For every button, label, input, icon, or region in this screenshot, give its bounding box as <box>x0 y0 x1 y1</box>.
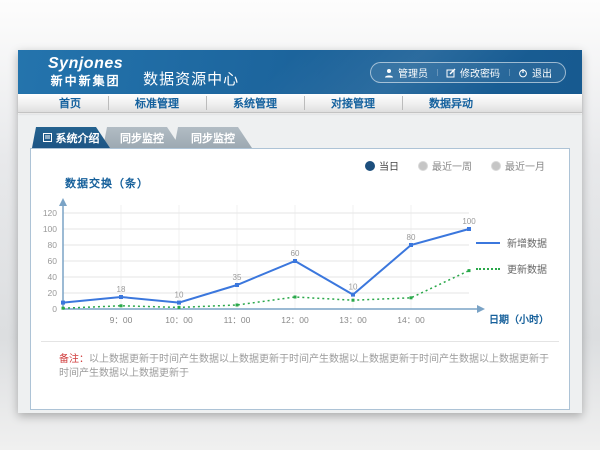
y-tick-label: 100 <box>43 224 57 234</box>
data-point-label: 10 <box>349 283 358 292</box>
data-point <box>236 304 239 307</box>
footnote-text: 以上数据更新于时间产生数据以上数据更新于时间产生数据以上数据更新于时间产生数据以… <box>59 354 549 379</box>
y-tick-label: 120 <box>43 208 57 218</box>
footnote: 备注：以上数据更新于时间产生数据以上数据更新于时间产生数据以上数据更新于时间产生… <box>59 353 555 381</box>
legend-label: 新增数据 <box>507 235 547 250</box>
tab-system-intro[interactable]: 系统介绍 <box>32 127 110 148</box>
radio-label: 当日 <box>379 158 399 173</box>
data-point <box>468 269 471 272</box>
legend-item-updated-data: 更新数据 <box>476 261 547 276</box>
tab-sync-monitor-2[interactable]: 同步监控 <box>174 127 252 148</box>
user-actions-group: 管理员 修改密码 退出 <box>370 62 566 83</box>
panel-divider <box>41 341 559 342</box>
current-user-button[interactable]: 管理员 <box>375 65 437 80</box>
x-tick-label: 11：00 <box>224 315 251 325</box>
data-point <box>178 306 181 309</box>
data-point <box>235 283 239 287</box>
nav-item-system-mgmt[interactable]: 系统管理 <box>206 95 304 111</box>
y-tick-label: 60 <box>48 256 58 266</box>
data-point <box>351 293 355 297</box>
radio-label: 最近一月 <box>505 158 545 173</box>
data-point <box>177 301 181 305</box>
page-title: 数据资源中心 <box>143 68 239 89</box>
tab-sync-monitor-1[interactable]: 同步监控 <box>103 127 181 148</box>
radio-label: 最近一周 <box>432 158 472 173</box>
radio-dot-icon <box>419 162 427 170</box>
y-tick-label: 80 <box>48 240 58 250</box>
legend-label: 更新数据 <box>507 261 547 276</box>
data-point <box>61 301 65 305</box>
user-icon <box>384 68 394 78</box>
y-axis-arrow-icon <box>59 198 67 206</box>
app-window: Synjones 新中新集团 数据资源中心 管理员 修改密码 退出 <box>18 50 582 413</box>
power-icon <box>518 68 528 78</box>
y-tick-label: 40 <box>48 272 58 282</box>
main-nav: 首页 标准管理 系统管理 对接管理 数据异动 <box>18 94 582 113</box>
data-point-label: 10 <box>175 291 184 300</box>
content-area: 系统介绍 同步监控 同步监控 当日 最近一周 <box>18 114 582 413</box>
data-point-label: 100 <box>462 217 476 226</box>
data-point <box>410 296 413 299</box>
tab-label: 系统介绍 <box>56 130 100 146</box>
nav-item-home[interactable]: 首页 <box>32 95 108 111</box>
data-point <box>62 307 65 310</box>
legend-swatch-dotted-line <box>476 268 500 270</box>
tab-bar: 系统介绍 同步监控 同步监控 <box>32 127 570 148</box>
logout-button[interactable]: 退出 <box>509 65 561 80</box>
logo-text-cn: 新中新集团 <box>48 75 123 88</box>
y-tick-label: 0 <box>52 304 57 314</box>
radio-dot-icon <box>492 162 500 170</box>
x-tick-label: 14：00 <box>397 315 425 325</box>
radio-today[interactable]: 当日 <box>366 158 399 173</box>
y-axis-title: 数据交换（条） <box>65 175 149 191</box>
data-point-label: 18 <box>117 285 126 294</box>
data-point <box>119 295 123 299</box>
data-point-label: 60 <box>291 249 300 258</box>
x-tick-label: 10：00 <box>165 315 193 325</box>
tab-label: 同步监控 <box>120 130 164 146</box>
data-point <box>352 299 355 302</box>
x-axis-title: 日期（小时） <box>489 313 549 326</box>
logout-label: 退出 <box>532 65 552 80</box>
time-range-radio-group: 当日 最近一周 最近一月 <box>366 158 545 173</box>
data-point <box>409 243 413 247</box>
chart-panel: 当日 最近一周 最近一月 数据交换（条） 0 20 40 60 80 100 120 9：00… <box>30 148 570 410</box>
data-point-label: 80 <box>407 233 416 242</box>
nav-item-data-change[interactable]: 数据异动 <box>402 95 500 111</box>
change-password-label: 修改密码 <box>460 65 500 80</box>
radio-last-week[interactable]: 最近一周 <box>419 158 472 173</box>
chart-legend: 新增数据 更新数据 <box>476 235 547 276</box>
logo-text-en: Synjones <box>48 56 123 73</box>
legend-swatch-solid-line <box>476 242 500 244</box>
data-point <box>467 227 471 231</box>
document-icon <box>43 133 52 142</box>
change-password-button[interactable]: 修改密码 <box>437 65 509 80</box>
y-tick-label: 20 <box>48 288 58 298</box>
app-header: Synjones 新中新集团 数据资源中心 管理员 修改密码 退出 <box>18 50 582 94</box>
brand-logo: Synjones 新中新集团 <box>48 56 123 87</box>
radio-last-month[interactable]: 最近一月 <box>492 158 545 173</box>
tab-label: 同步监控 <box>191 130 235 146</box>
x-tick-label: 9：00 <box>110 315 133 325</box>
data-point-label: 35 <box>233 273 242 282</box>
legend-item-new-data: 新增数据 <box>476 235 547 250</box>
current-user-label: 管理员 <box>398 65 428 80</box>
data-point <box>120 304 123 307</box>
edit-icon <box>446 68 456 78</box>
radio-dot-icon <box>366 162 374 170</box>
x-tick-label: 12：00 <box>281 315 309 325</box>
x-tick-label: 13：00 <box>339 315 367 325</box>
data-point <box>293 259 297 263</box>
x-axis-arrow-icon <box>477 305 485 313</box>
desktop-background: { "window": { "logo_primary": "Synjones"… <box>0 0 600 450</box>
nav-item-integration-mgmt[interactable]: 对接管理 <box>304 95 402 111</box>
nav-item-standard-mgmt[interactable]: 标准管理 <box>108 95 206 111</box>
footnote-prefix: 备注： <box>59 354 89 365</box>
data-point <box>294 296 297 299</box>
